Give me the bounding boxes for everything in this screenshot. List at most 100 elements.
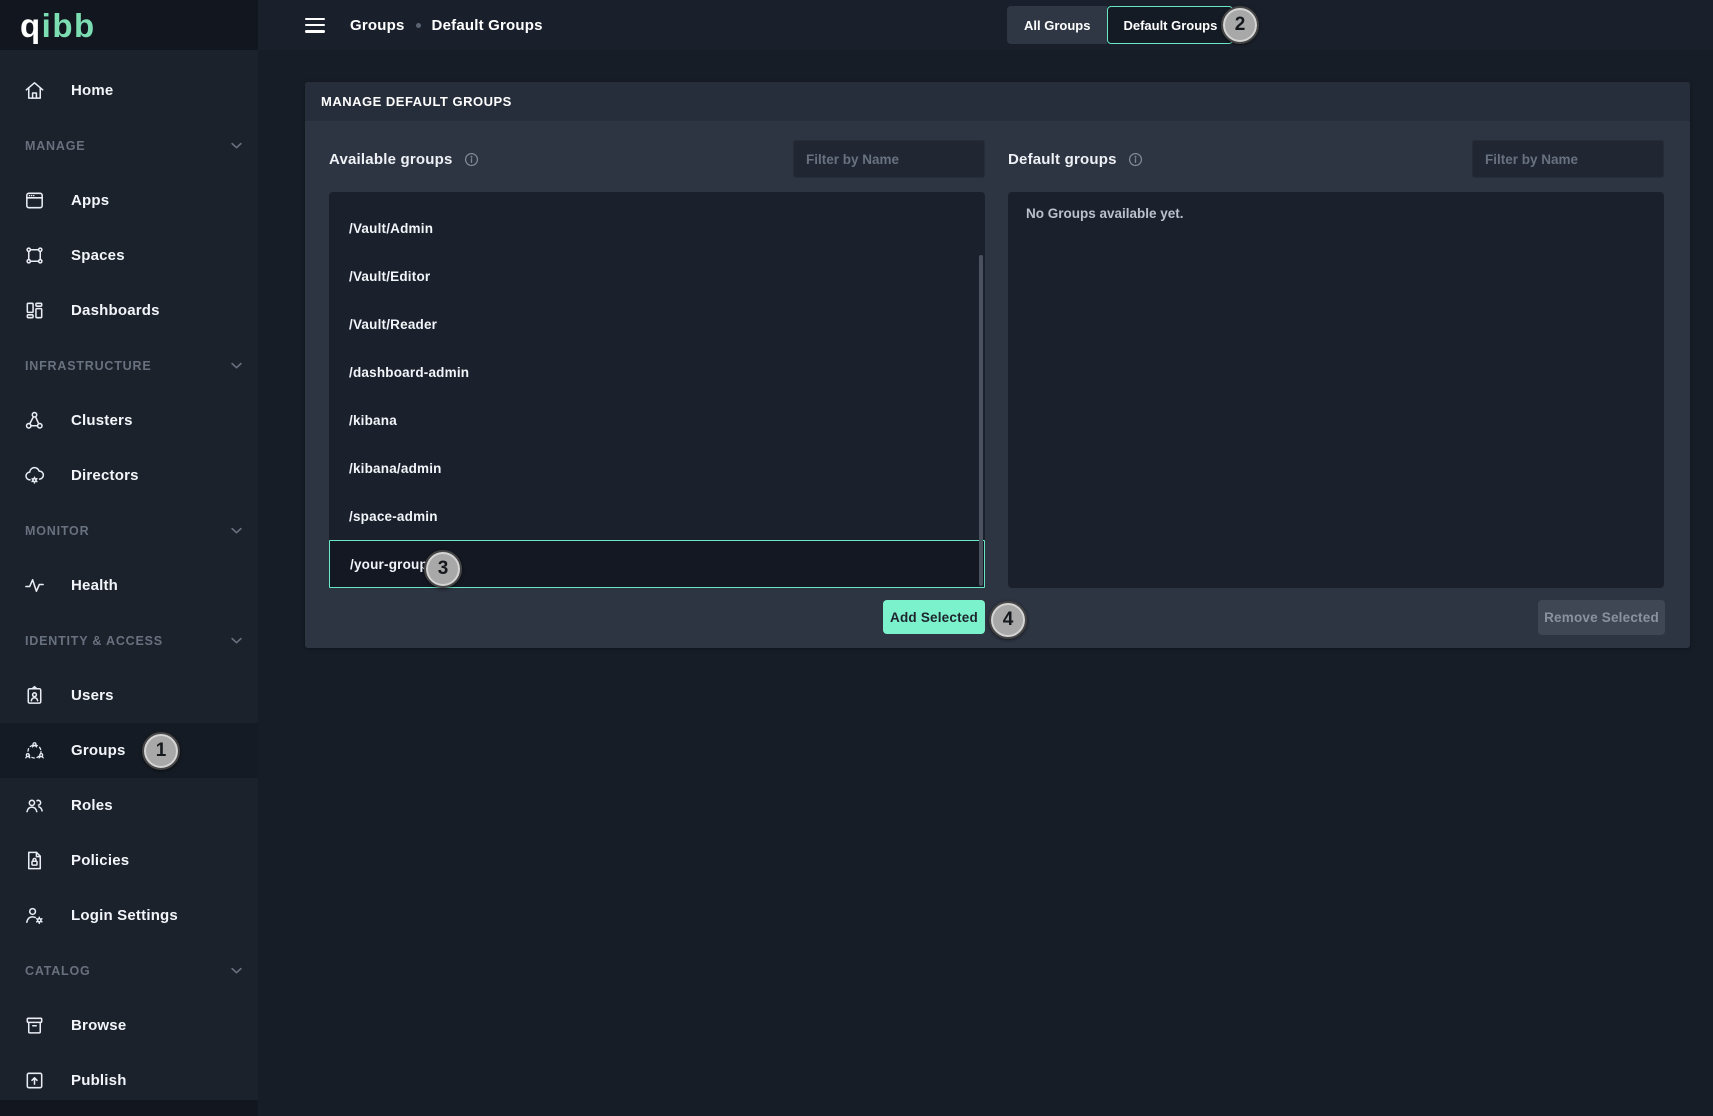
sidebar-item-users[interactable]: Users (0, 668, 258, 723)
groups-view-toggle: All Groups Default Groups (1007, 6, 1233, 44)
sidebar-section-label: MONITOR (25, 524, 89, 538)
breadcrumb-current: Default Groups (432, 17, 543, 34)
dashboards-icon (22, 299, 46, 323)
sidebar-section-identity-access[interactable]: IDENTITY & ACCESS (0, 613, 258, 668)
topbar: Groups Default Groups All Groups Default… (258, 0, 1713, 50)
available-group-row[interactable]: /kibana/admin (329, 444, 985, 492)
sidebar-item-label: Groups (71, 742, 126, 759)
chevron-down-icon (229, 138, 244, 153)
default-groups-filter-input[interactable] (1472, 140, 1664, 178)
info-icon[interactable] (1128, 152, 1143, 167)
directors-icon (22, 464, 46, 488)
menu-icon[interactable] (305, 18, 325, 33)
sidebar-section-monitor[interactable]: MONITOR (0, 503, 258, 558)
default-groups-list: No Groups available yet. (1008, 192, 1664, 588)
sidebar-item-health[interactable]: Health (0, 558, 258, 613)
sidebar-item-label: Spaces (71, 247, 125, 264)
sidebar-section-label: MANAGE (25, 139, 85, 153)
step-badge-3: 3 (424, 550, 462, 588)
sidebar-item-spaces[interactable]: Spaces (0, 228, 258, 283)
sidebar-item-label: Login Settings (71, 907, 178, 924)
browse-icon (22, 1014, 46, 1038)
sidebar-section-label: IDENTITY & ACCESS (25, 634, 163, 648)
sidebar-item-dashboards[interactable]: Dashboards (0, 283, 258, 338)
policies-icon (22, 849, 46, 873)
default-groups-tab[interactable]: Default Groups (1107, 6, 1233, 44)
available-groups-filter-input[interactable] (793, 140, 985, 178)
sidebar-item-label: Apps (71, 192, 109, 209)
available-group-row[interactable]: /kibana (329, 396, 985, 444)
panel-header: MANAGE DEFAULT GROUPS (305, 82, 1690, 121)
sidebar-section-label: CATALOG (25, 964, 91, 978)
chevron-down-icon (229, 358, 244, 373)
sidebar-item-policies[interactable]: Policies (0, 833, 258, 888)
all-groups-tab[interactable]: All Groups (1007, 6, 1107, 44)
logo-text-ibb: ibb (42, 9, 96, 42)
chevron-down-icon (229, 633, 244, 648)
sidebar-section-catalog[interactable]: CATALOG (0, 943, 258, 998)
qibb-logo[interactable]: qibb (0, 0, 258, 50)
step-badge-2: 2 (1221, 6, 1259, 44)
sidebar-section-manage[interactable]: MANAGE (0, 118, 258, 173)
available-group-row[interactable]: /Vault/Reader (329, 300, 985, 348)
groups-icon (22, 739, 46, 763)
sidebar-nav: Home MANAGE Apps Spaces Dashboards INFRASTRUC… (0, 50, 258, 1108)
breadcrumb-separator-icon (416, 23, 421, 28)
sidebar-section-label: INFRASTRUCTURE (25, 359, 151, 373)
breadcrumb-parent[interactable]: Groups (350, 17, 405, 34)
remove-selected-button[interactable]: Remove Selected (1538, 600, 1665, 635)
sidebar-item-label: Directors (71, 467, 139, 484)
available-groups-list: /Vault/Admin/Vault/Editor/Vault/Reader/d… (329, 192, 985, 588)
sidebar-item-home[interactable]: Home (0, 63, 258, 118)
default-groups-title: Default groups (1008, 151, 1117, 168)
sidebar-item-apps[interactable]: Apps (0, 173, 258, 228)
sidebar-section-infrastructure[interactable]: INFRASTRUCTURE (0, 338, 258, 393)
main-content: MANAGE DEFAULT GROUPS Available groups /… (258, 50, 1713, 1116)
app-window: qibb Home MANAGE Apps Spaces Dashboards INFRA… (0, 0, 1713, 1116)
list-scrollbar[interactable] (979, 255, 983, 586)
sidebar-item-directors[interactable]: Directors (0, 448, 258, 503)
breadcrumb: Groups Default Groups (305, 0, 543, 50)
sidebar-item-label: Policies (71, 852, 129, 869)
group-name: /kibana/admin (349, 461, 442, 476)
available-group-row[interactable]: /Vault/Editor (329, 252, 985, 300)
spaces-icon (22, 244, 46, 268)
sidebar-item-roles[interactable]: Roles (0, 778, 258, 833)
health-icon (22, 574, 46, 598)
chevron-down-icon (229, 523, 244, 538)
login-settings-icon (22, 904, 46, 928)
available-group-row[interactable]: /space-admin (329, 492, 985, 540)
home-icon (22, 79, 46, 103)
add-selected-button[interactable]: Add Selected (883, 600, 985, 634)
sidebar-item-groups[interactable]: Groups (0, 723, 258, 778)
sidebar: qibb Home MANAGE Apps Spaces Dashboards INFRA… (0, 0, 258, 1116)
empty-state-message: No Groups available yet. (1008, 192, 1664, 221)
sidebar-item-clusters[interactable]: Clusters (0, 393, 258, 448)
manage-default-groups-panel: MANAGE DEFAULT GROUPS Available groups /… (305, 82, 1690, 648)
apps-icon (22, 189, 46, 213)
info-icon[interactable] (464, 152, 479, 167)
step-badge-1: 1 (142, 732, 180, 770)
group-name: /Vault/Admin (349, 221, 433, 236)
chevron-down-icon (229, 963, 244, 978)
group-name: /space-admin (349, 509, 438, 524)
default-groups-header: Default groups (1008, 140, 1143, 178)
sidebar-item-label: Home (71, 82, 113, 99)
sidebar-item-label: Browse (71, 1017, 126, 1034)
group-name: /dashboard-admin (349, 365, 469, 380)
sidebar-item-login-settings[interactable]: Login Settings (0, 888, 258, 943)
sidebar-item-label: Clusters (71, 412, 133, 429)
clusters-icon (22, 409, 46, 433)
panel-title: MANAGE DEFAULT GROUPS (321, 94, 512, 109)
sidebar-item-label: Dashboards (71, 302, 160, 319)
users-icon (22, 684, 46, 708)
sidebar-item-label: Health (71, 577, 118, 594)
sidebar-item-browse[interactable]: Browse (0, 998, 258, 1053)
roles-icon (22, 794, 46, 818)
group-name: /your-group (350, 557, 428, 572)
logo-text-q: q (20, 9, 42, 42)
available-group-row[interactable]: /dashboard-admin (329, 348, 985, 396)
available-groups-title: Available groups (329, 151, 453, 168)
sidebar-item-label: Publish (71, 1072, 127, 1089)
available-group-row[interactable]: /Vault/Admin (329, 204, 985, 252)
